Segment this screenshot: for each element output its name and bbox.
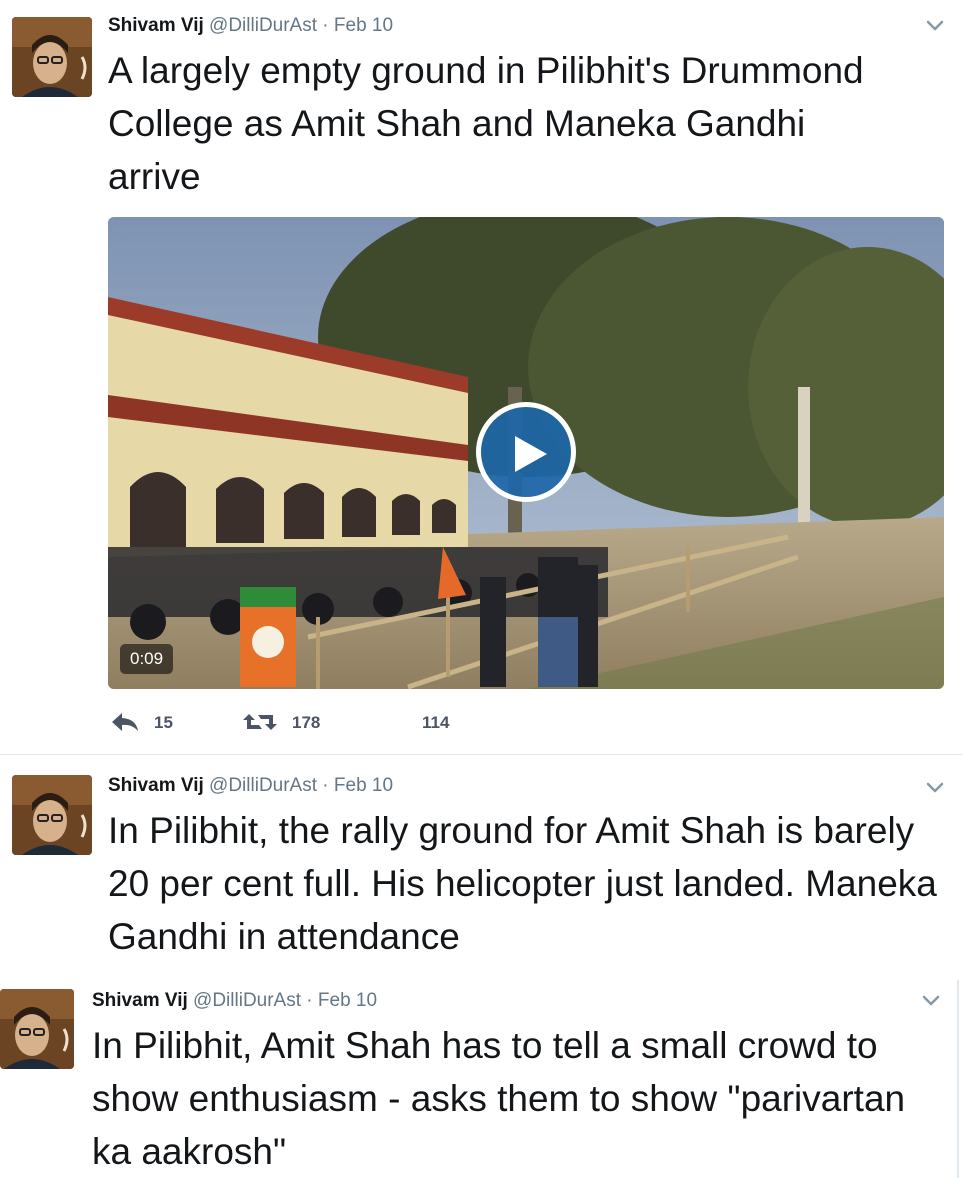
separator: · [306,990,313,1011]
chevron-down-icon[interactable] [924,14,946,36]
retweet-icon [243,714,277,730]
video-duration: 0:09 [120,644,174,674]
author-name[interactable]: Shivam Vij [92,990,188,1011]
like-count: 114 [422,713,450,732]
author-handle[interactable]: @DilliDurAst [209,775,317,796]
tweet-text: In Pilibhit, Amit Shah has to tell a sma… [92,1025,906,1172]
author-handle[interactable]: @DilliDurAst [193,990,301,1011]
play-button[interactable] [476,402,576,502]
reply-icon [112,713,138,731]
avatar-photo [12,775,92,855]
tweet-date[interactable]: Feb 10 [318,990,377,1011]
like-action[interactable]: 114 [408,710,468,736]
tweet-2[interactable]: Shivam Vij @DilliDurAst · Feb 10 In Pili… [0,760,963,975]
avatar[interactable] [12,17,92,97]
retweet-action[interactable]: 178 [242,710,352,736]
tweet-header: Shivam Vij @DilliDurAst · Feb 10 [108,14,393,38]
author-name[interactable]: Shivam Vij [108,775,204,796]
author-name[interactable]: Shivam Vij [108,15,204,36]
tweet-divider [0,754,963,755]
separator: · [322,775,329,796]
chevron-down-icon[interactable] [924,776,946,798]
tweet-text: In Pilibhit, the rally ground for Amit S… [108,810,937,957]
tweet-text: A largely empty ground in Pilibhit's Dru… [108,50,864,197]
reply-count: 15 [154,713,173,732]
reply-action[interactable]: 15 [110,710,190,736]
avatar[interactable] [12,775,92,855]
tweet-date[interactable]: Feb 10 [334,15,393,36]
video-player[interactable]: 0:09 [108,217,944,689]
author-handle[interactable]: @DilliDurAst [209,15,317,36]
avatar-photo [12,17,92,97]
play-icon [515,436,547,472]
chevron-down-icon[interactable] [920,989,942,1011]
avatar[interactable] [0,989,74,1069]
column-border [957,980,959,1178]
separator: · [322,15,329,36]
tweet-header: Shivam Vij @DilliDurAst · Feb 10 [108,774,393,798]
avatar-photo [0,989,74,1069]
tweet-3[interactable]: Shivam Vij @DilliDurAst · Feb 10 In Pili… [0,975,963,1178]
tweet-header: Shivam Vij @DilliDurAst · Feb 10 [92,989,377,1013]
retweet-count: 178 [292,713,321,732]
tweet-1[interactable]: Shivam Vij @DilliDurAst · Feb 10 A large… [0,0,963,750]
tweet-date[interactable]: Feb 10 [334,775,393,796]
